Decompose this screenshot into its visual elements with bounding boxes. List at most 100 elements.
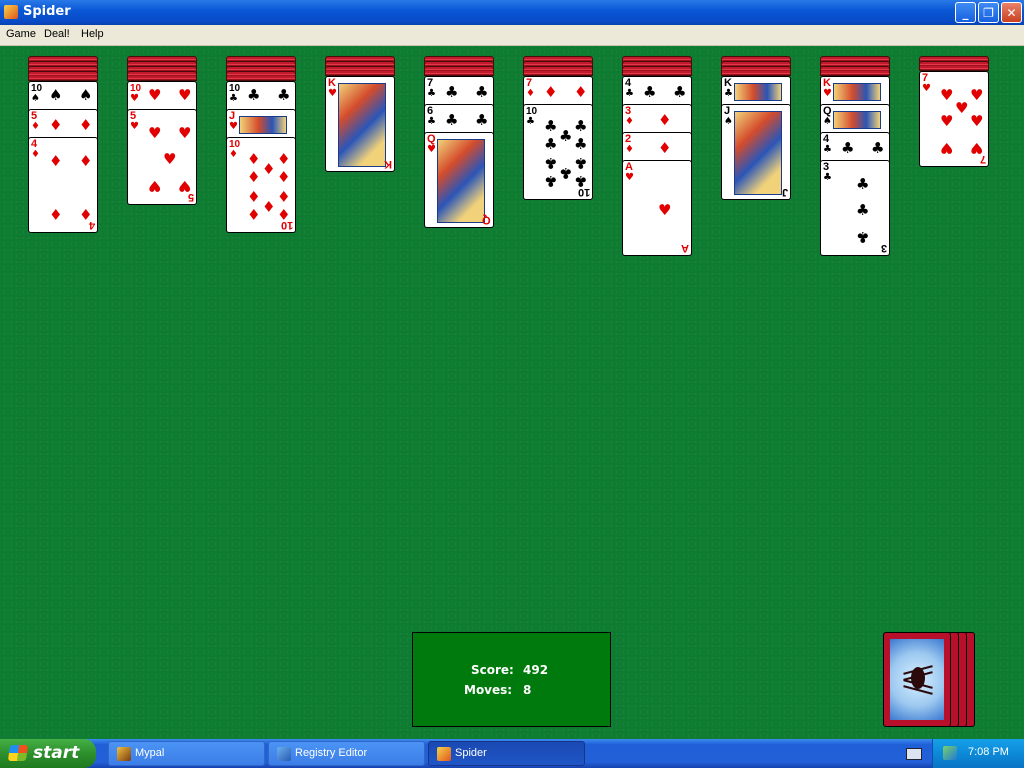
task-spider[interactable]: Spider	[428, 741, 585, 766]
court-card-art	[239, 116, 287, 134]
club-icon: ♣	[559, 127, 573, 145]
diamond-icon: ♦	[526, 88, 535, 99]
card-rank-inverted: Q	[482, 214, 491, 226]
diamond-icon: ♦	[277, 187, 291, 205]
club-icon: ♣	[574, 135, 588, 153]
club-icon: ♣	[445, 83, 459, 101]
task-mypal-label: Mypal	[135, 747, 165, 759]
heart-icon: ♥	[148, 177, 162, 195]
club-icon: ♣	[544, 154, 558, 172]
title-bar[interactable]: Spider _ ❐ ✕	[0, 0, 1024, 25]
card-rank-inverted: 10	[280, 219, 293, 231]
stock-deal[interactable]	[883, 632, 951, 727]
club-icon: ♣	[475, 83, 489, 101]
face-down-card	[721, 66, 791, 76]
playing-card[interactable]: A ♥ ♥ A	[622, 160, 692, 256]
score-label: Score:	[471, 663, 514, 677]
task-registry-editor[interactable]: Registry Editor	[268, 741, 425, 766]
clock[interactable]: 7:08 PM	[968, 746, 1009, 758]
menu-bar: Game Deal! Help	[0, 25, 1024, 46]
heart-icon: ♥	[427, 144, 436, 155]
diamond-icon: ♦	[277, 150, 291, 168]
diamond-icon: ♦	[49, 152, 63, 170]
playing-card[interactable]: 4 ♦ ♦ ♦ ♦ ♦ 4	[28, 137, 98, 233]
diamond-icon: ♦	[49, 205, 63, 223]
moves-value: 8	[523, 683, 532, 697]
keyboard-icon[interactable]	[906, 748, 922, 760]
playing-card[interactable]: K ♥ K	[325, 76, 395, 172]
heart-icon: ♥	[229, 121, 238, 132]
heart-icon: ♥	[940, 86, 954, 104]
heart-icon: ♥	[163, 150, 177, 168]
diamond-icon: ♦	[79, 116, 93, 134]
club-icon: ♣	[427, 116, 436, 127]
playing-card[interactable]: Q ♥ Q	[424, 132, 494, 228]
start-button[interactable]: start	[0, 739, 96, 768]
club-icon: ♣	[544, 117, 558, 135]
diamond-icon: ♦	[658, 111, 672, 129]
face-down-card	[622, 66, 692, 76]
face-down-card	[424, 66, 494, 76]
club-icon: ♣	[724, 88, 733, 99]
start-label: start	[33, 743, 80, 763]
club-icon: ♣	[559, 164, 573, 182]
heart-icon: ♥	[823, 88, 832, 99]
club-icon: ♣	[871, 139, 885, 157]
spade-icon: ♠	[724, 116, 733, 127]
taskbar: start Mypal Registry Editor Spider 7:08 …	[0, 739, 1024, 768]
playing-card[interactable]: 10 ♣ ♣ ♣ ♣ ♣ ♣ ♣ ♣ ♣ ♣ ♣ 10	[523, 104, 593, 200]
spade-icon: ♠	[31, 93, 40, 104]
playing-card[interactable]: 10 ♦ ♦ ♦ ♦ ♦ ♦ ♦ ♦ ♦ ♦ ♦ 10	[226, 137, 296, 233]
heart-icon: ♥	[148, 124, 162, 142]
playing-card[interactable]: 5 ♥ ♥ ♥ ♥ ♥ ♥ 5	[127, 109, 197, 205]
diamond-icon: ♦	[262, 160, 276, 178]
club-icon: ♣	[229, 93, 238, 104]
playing-card[interactable]: J ♠ J	[721, 104, 791, 200]
card-rank-inverted: 5	[187, 191, 194, 203]
registry-editor-icon	[277, 747, 291, 761]
court-card-art	[338, 83, 386, 167]
task-mypal[interactable]: Mypal	[108, 741, 265, 766]
diamond-icon: ♦	[49, 116, 63, 134]
heart-icon: ♥	[940, 112, 954, 130]
card-rank-inverted: K	[384, 158, 392, 170]
club-icon: ♣	[544, 135, 558, 153]
maximize-button[interactable]: ❐	[978, 2, 999, 23]
heart-icon: ♥	[940, 139, 954, 157]
club-icon: ♣	[841, 139, 855, 157]
club-icon: ♣	[544, 172, 558, 190]
diamond-icon: ♦	[247, 187, 261, 205]
network-icon[interactable]	[943, 746, 957, 760]
minimize-button[interactable]: _	[955, 2, 976, 23]
heart-icon: ♥	[955, 99, 969, 117]
playing-card[interactable]: 3 ♣ ♣ ♣ ♣ 3	[820, 160, 890, 256]
face-down-card	[325, 66, 395, 76]
heart-icon: ♥	[130, 93, 139, 104]
card-rank-inverted: A	[681, 242, 689, 254]
menu-help[interactable]: Help	[81, 28, 104, 40]
playing-card[interactable]: 7 ♥ ♥ ♥ ♥ ♥ ♥ ♥ ♥ 7	[919, 71, 989, 167]
spade-icon: ♠	[49, 86, 63, 104]
diamond-icon: ♦	[625, 116, 634, 127]
diamond-icon: ♦	[658, 139, 672, 157]
diamond-icon: ♦	[262, 197, 276, 215]
club-icon: ♣	[856, 228, 870, 246]
club-icon: ♣	[574, 117, 588, 135]
menu-deal[interactable]: Deal!	[44, 28, 70, 40]
club-icon: ♣	[526, 116, 535, 127]
spider-task-icon	[437, 747, 451, 761]
heart-icon: ♥	[922, 83, 931, 94]
club-icon: ♣	[277, 86, 291, 104]
court-card-art	[734, 111, 782, 195]
face-down-card	[919, 61, 989, 71]
menu-game[interactable]: Game	[6, 28, 36, 40]
close-button[interactable]: ✕	[1001, 2, 1022, 23]
system-tray: 7:08 PM	[932, 739, 1024, 768]
heart-icon: ♥	[130, 121, 139, 132]
club-icon: ♣	[445, 111, 459, 129]
heart-icon: ♥	[970, 112, 984, 130]
diamond-icon: ♦	[544, 83, 558, 101]
face-down-card	[127, 71, 197, 81]
club-icon: ♣	[823, 144, 832, 155]
windows-logo-icon	[7, 745, 29, 761]
